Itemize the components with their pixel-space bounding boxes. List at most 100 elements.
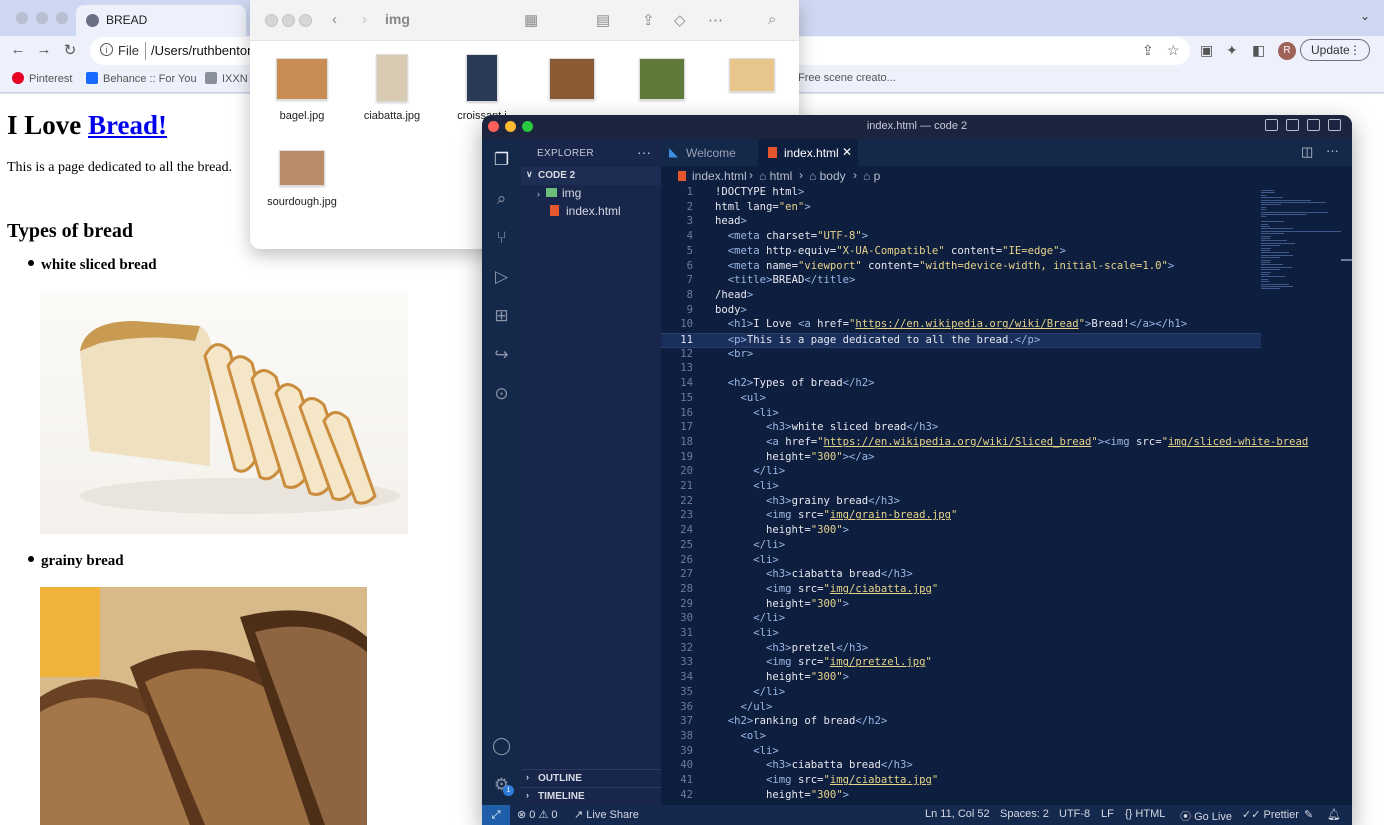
- star-icon[interactable]: ☆: [1167, 42, 1180, 59]
- toggle-sidebar-icon[interactable]: [1265, 119, 1278, 131]
- code-editor[interactable]: 1 !DOCTYPE html> 2 html lang="en"> 3 head> 4 <…: [661, 186, 1308, 805]
- search-icon[interactable]: ⌕: [491, 188, 512, 209]
- run-debug-icon[interactable]: ▷: [491, 266, 512, 287]
- code-line[interactable]: 27 <h3>ciabatta bread</h3>: [661, 568, 1261, 583]
- minimap[interactable]: [1261, 186, 1351, 306]
- code-line[interactable]: 22 <h3>grainy bread</h3>: [661, 495, 1261, 510]
- zoom-window-button[interactable]: [56, 12, 68, 24]
- code-line[interactable]: 38 <ol>: [661, 730, 1261, 745]
- tab-welcome[interactable]: ◣ Welcome: [661, 139, 758, 166]
- code-line[interactable]: 2 html lang="en">: [661, 201, 1261, 216]
- code-line[interactable]: 8/head>: [661, 289, 1261, 304]
- breadcrumb-item[interactable]: index.html: [692, 169, 747, 183]
- share-icon[interactable]: ⇪: [1142, 42, 1154, 59]
- tab-index-html[interactable]: index.html ✕: [758, 139, 858, 166]
- bookmark-behance[interactable]: Behance :: For You: [86, 72, 197, 85]
- finder-minimize-button[interactable]: [282, 14, 295, 27]
- code-line[interactable]: 39 <li>: [661, 745, 1261, 760]
- code-line[interactable]: 10 <h1>I Love <a href="https://en.wikipe…: [661, 318, 1261, 333]
- split-editor-icon[interactable]: ◫: [1301, 144, 1313, 160]
- live-share-button[interactable]: ↗ Live Share: [574, 808, 639, 821]
- remote-indicator[interactable]: ⤢: [482, 805, 510, 825]
- file-item[interactable]: bagel.jpg: [257, 58, 347, 122]
- file-item[interactable]: ciabatta.jpg: [347, 54, 437, 122]
- code-line[interactable]: 42 height="300">: [661, 789, 1261, 804]
- code-line[interactable]: 18 <a href="https://en.wikipedia.org/wik…: [661, 436, 1308, 451]
- finder-zoom-button[interactable]: [299, 14, 312, 27]
- tree-item-img-folder[interactable]: › img: [537, 186, 581, 200]
- code-line[interactable]: 6 <meta name="viewport" content="width=d…: [661, 260, 1261, 275]
- file-item[interactable]: [527, 58, 617, 100]
- code-line[interactable]: 14 <h2>Types of bread</h2>: [661, 377, 1261, 392]
- browser-tab-bread[interactable]: BREAD: [76, 5, 246, 36]
- update-button[interactable]: Update ⋮: [1300, 39, 1370, 61]
- code-line[interactable]: 28 <img src="img/ciabatta.jpg": [661, 583, 1261, 598]
- back-button[interactable]: ←: [8, 41, 28, 58]
- reload-button[interactable]: ↻: [60, 41, 80, 59]
- code-line[interactable]: 9 body>: [661, 304, 1261, 319]
- language-mode[interactable]: {} HTML: [1125, 808, 1165, 820]
- code-line[interactable]: 25 </li>: [661, 539, 1261, 554]
- code-line[interactable]: 26 <li>: [661, 554, 1261, 569]
- close-icon[interactable]: ✕: [842, 145, 852, 159]
- source-control-icon[interactable]: ⑂: [491, 227, 512, 248]
- breadcrumb-item[interactable]: ⌂ body: [809, 169, 846, 183]
- code-line[interactable]: 4 <meta charset="UTF-8">: [661, 230, 1261, 245]
- chevron-down-icon[interactable]: ⌄: [1360, 9, 1370, 23]
- code-line[interactable]: 20 </li>: [661, 465, 1261, 480]
- breadcrumb-item[interactable]: ⌂ p: [863, 169, 880, 183]
- code-line[interactable]: 5 <meta http-equiv="X-UA-Compatible" con…: [661, 245, 1261, 260]
- chevron-right-icon[interactable]: ›: [362, 11, 367, 28]
- bookmark-folder-ixxn[interactable]: IXXN: [205, 72, 248, 85]
- go-live-button[interactable]: ⦿ Go Live: [1180, 808, 1232, 824]
- side-panel-icon[interactable]: ◧: [1252, 42, 1265, 59]
- encoding[interactable]: UTF-8: [1059, 808, 1090, 820]
- code-line[interactable]: 17 <h3>white sliced bread</h3>: [661, 421, 1261, 436]
- bell-icon[interactable]: 🔔︎: [1327, 808, 1341, 821]
- share-icon[interactable]: ⇪: [642, 11, 655, 29]
- code-line[interactable]: 21 <li>: [661, 480, 1261, 495]
- more-actions-icon[interactable]: ···: [1326, 143, 1339, 158]
- code-line[interactable]: 33 <img src="img/pretzel.jpg": [661, 656, 1261, 671]
- bookmark-pinterest[interactable]: Pinterest: [12, 72, 72, 85]
- files-icon[interactable]: ❐: [491, 149, 512, 170]
- white-sliced-bread-image[interactable]: [40, 291, 408, 534]
- chevron-left-icon[interactable]: ‹: [332, 11, 337, 28]
- search-icon[interactable]: ⌕: [768, 11, 776, 28]
- tag-icon[interactable]: ◇: [674, 11, 686, 29]
- outline-section[interactable]: › OUTLINE: [521, 769, 661, 788]
- workspace-section[interactable]: ∨ CODE 2: [521, 167, 661, 185]
- feedback-icon[interactable]: ✎: [1304, 808, 1313, 821]
- extensions-icon[interactable]: ⊞: [491, 305, 512, 326]
- timeline-section[interactable]: › TIMELINE: [521, 787, 661, 806]
- code-line[interactable]: 12 <br>: [661, 348, 1261, 363]
- remote-explorer-icon[interactable]: ↪: [491, 344, 512, 365]
- file-item[interactable]: sourdough.jpg: [257, 150, 347, 208]
- code-line[interactable]: 1 !DOCTYPE html>: [661, 186, 1261, 201]
- code-line[interactable]: 36 </ul>: [661, 701, 1261, 716]
- scrollbar-thumb[interactable]: [1341, 259, 1352, 261]
- code-line[interactable]: 35 </li>: [661, 686, 1261, 701]
- code-line[interactable]: 16 <li>: [661, 407, 1261, 422]
- toggle-panel-icon[interactable]: [1286, 119, 1299, 131]
- code-line[interactable]: 3 head>: [661, 215, 1261, 230]
- url-text[interactable]: /Users/ruthbenton/: [151, 43, 258, 58]
- file-item[interactable]: [617, 58, 707, 100]
- bookmark-free-scene[interactable]: Free scene creato...: [798, 72, 896, 84]
- customize-layout-icon[interactable]: [1328, 119, 1341, 131]
- code-line[interactable]: 37 <h2>ranking of bread</h2>: [661, 715, 1261, 730]
- code-line[interactable]: 11 <p>This is a page dedicated to all th…: [661, 333, 1261, 348]
- breadcrumb-item[interactable]: ⌂ html: [759, 169, 792, 183]
- code-line[interactable]: 23 <img src="img/grain-bread.jpg": [661, 509, 1261, 524]
- code-line[interactable]: 31 <li>: [661, 627, 1261, 642]
- avatar[interactable]: R: [1278, 42, 1296, 60]
- more-vert-icon[interactable]: ⋮: [1349, 40, 1361, 60]
- forward-button[interactable]: →: [34, 41, 54, 58]
- code-line[interactable]: 24 height="300">: [661, 524, 1261, 539]
- minimize-window-button[interactable]: [36, 12, 48, 24]
- problems-indicator[interactable]: ⊗ 0 ⚠ 0: [517, 808, 557, 821]
- git-graph-icon[interactable]: ⊙: [491, 383, 512, 404]
- code-line[interactable]: 19 height="300"></a>: [661, 451, 1261, 466]
- info-icon[interactable]: i: [100, 43, 113, 56]
- group-by-icon[interactable]: ▤: [596, 11, 610, 29]
